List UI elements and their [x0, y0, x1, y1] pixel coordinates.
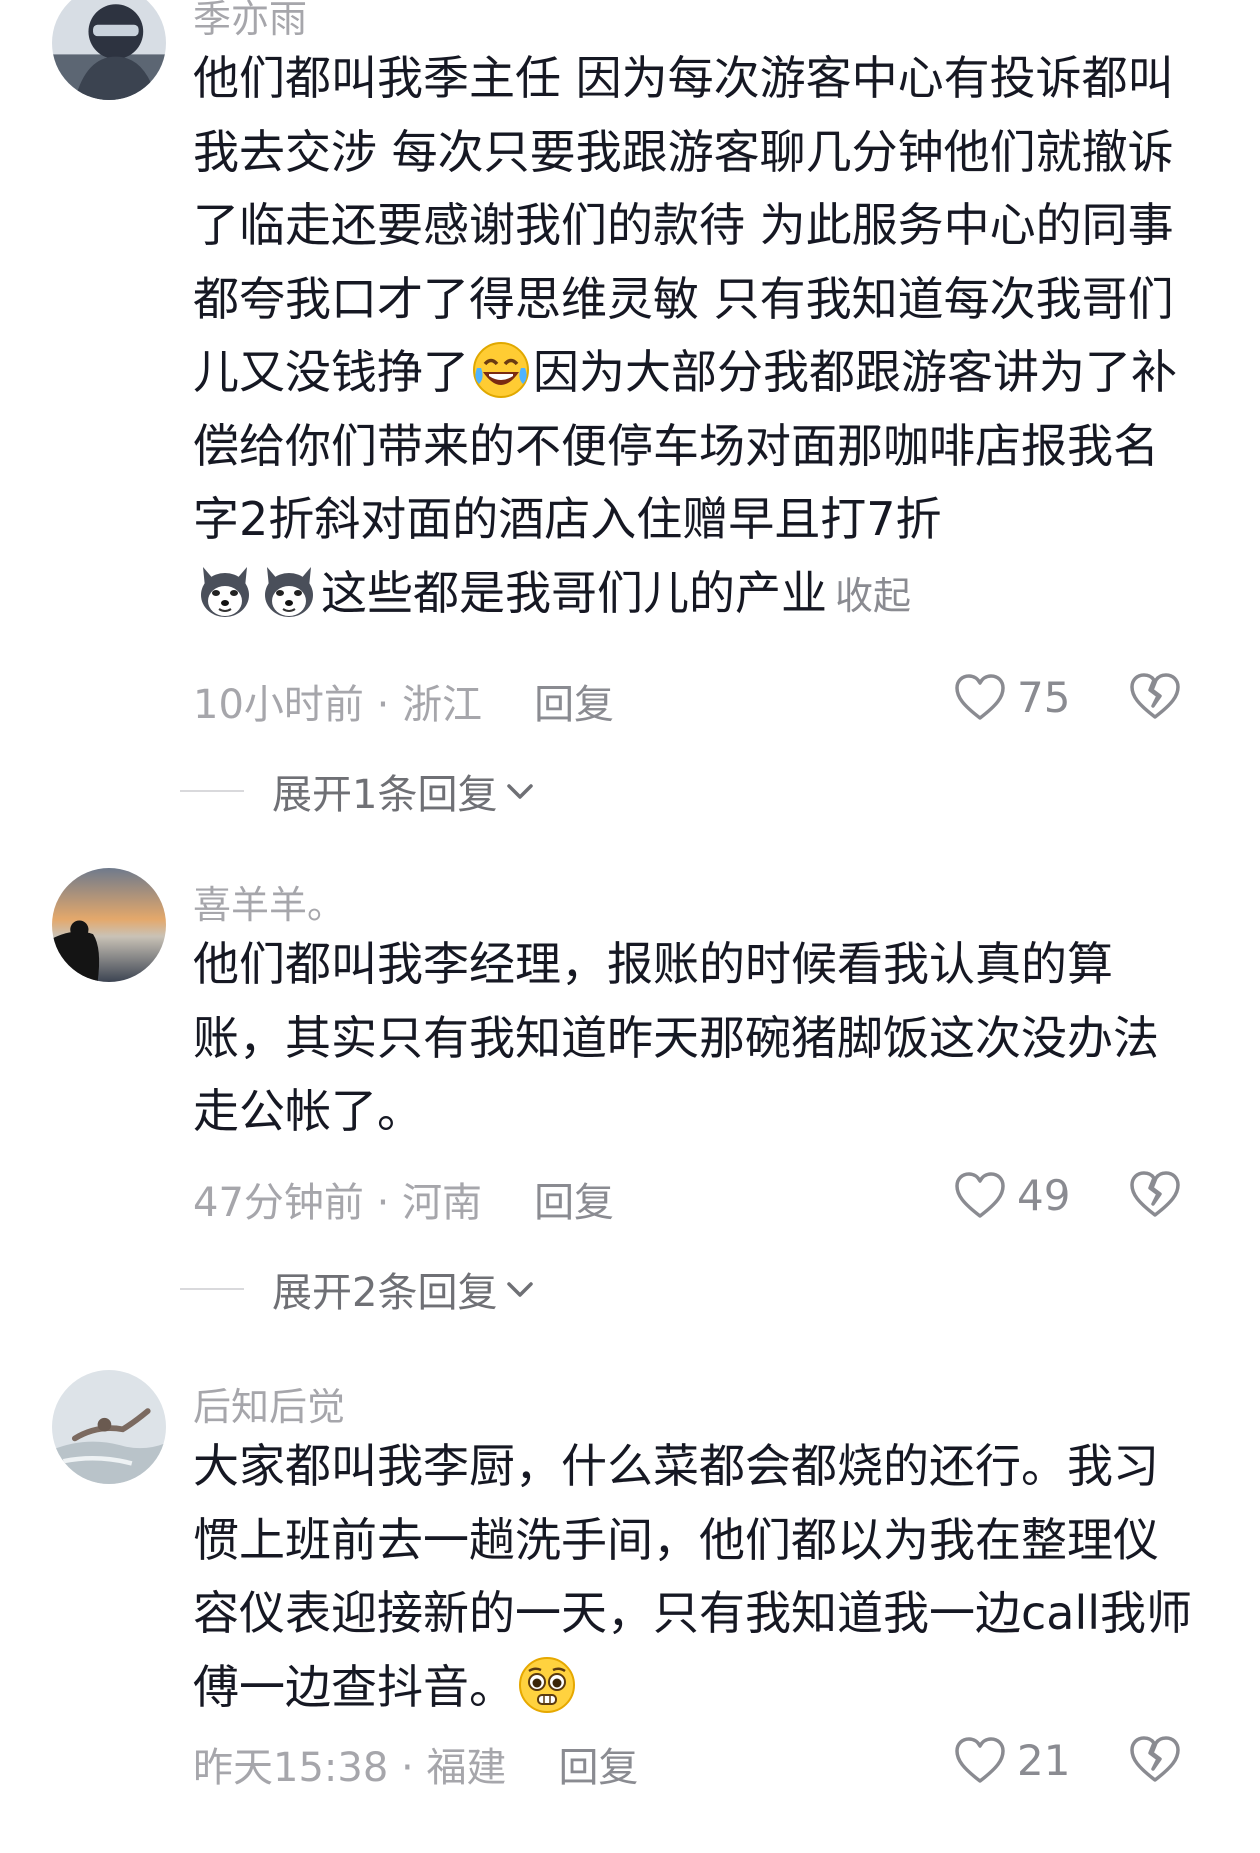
husky-dog-emoji	[195, 561, 255, 621]
comment-location: 福建	[426, 1745, 507, 1791]
comment-time: 10小时前	[193, 682, 364, 728]
avatar[interactable]	[52, 868, 166, 982]
dislike-button[interactable]	[1128, 670, 1182, 722]
broken-heart-icon	[1130, 673, 1180, 719]
divider-line	[180, 1288, 244, 1290]
chevron-down-icon	[503, 1272, 537, 1306]
expand-replies-button[interactable]: 展开2条回复	[180, 1260, 537, 1318]
reply-button[interactable]: 回复	[534, 682, 614, 728]
like-button[interactable]: 49	[953, 1170, 1070, 1220]
meta-separator: ·	[363, 1180, 403, 1226]
username[interactable]: 季亦雨	[193, 0, 307, 43]
username[interactable]: 后知后觉	[193, 1376, 345, 1431]
husky-dog-emoji	[259, 561, 319, 621]
expand-replies-button[interactable]: 展开1条回复	[180, 762, 537, 820]
comment-text-part: 这些都是我哥们儿的产业	[321, 565, 827, 620]
comment-time: 47分钟前	[193, 1180, 364, 1226]
collapse-button[interactable]: 收起	[835, 574, 911, 618]
like-button[interactable]: 21	[953, 1735, 1070, 1785]
comment-text: 他们都叫我季主任 因为每次游客中心有投诉都叫我去交涉 每次只要我跟游客聊几分钟他…	[193, 42, 1203, 633]
comment-text: 大家都叫我李厨，什么菜都会都烧的还行。我习惯上班前去一趟洗手间，他们都以为我在整…	[193, 1430, 1203, 1724]
comment-text-part: 大家都叫我李厨，什么菜都会都烧的还行。我习惯上班前去一趟洗手间，他们都以为我在整…	[193, 1439, 1193, 1714]
like-count: 21	[1017, 1735, 1071, 1785]
comment-time: 昨天15:38	[193, 1745, 389, 1791]
comment-meta: 47分钟前 · 河南 回复	[193, 1170, 614, 1228]
dislike-button[interactable]	[1128, 1168, 1182, 1220]
heart-icon	[955, 674, 1005, 720]
broken-heart-icon	[1130, 1171, 1180, 1217]
like-count: 49	[1017, 1170, 1071, 1220]
expand-replies-label: 展开2条回复	[272, 1270, 498, 1316]
chevron-down-icon	[503, 774, 537, 808]
broken-heart-icon	[1130, 1736, 1180, 1782]
comment-text: 他们都叫我李经理，报账的时候看我认真的算账，其实只有我知道昨天那碗猪脚饭这次没办…	[193, 937, 1159, 1138]
divider-line	[180, 790, 244, 792]
heart-icon	[955, 1737, 1005, 1783]
dislike-button[interactable]	[1128, 1733, 1182, 1785]
laughing-crying-emoji	[471, 340, 531, 400]
meta-separator: ·	[363, 682, 403, 728]
comment-location: 河南	[402, 1180, 483, 1226]
like-count: 75	[1017, 672, 1071, 722]
comment-location: 浙江	[402, 682, 483, 728]
username[interactable]: 喜羊羊。	[193, 874, 345, 929]
avatar[interactable]	[52, 0, 166, 100]
meta-separator: ·	[388, 1745, 427, 1791]
pleading-face-emoji	[517, 1655, 577, 1715]
expand-replies-label: 展开1条回复	[272, 772, 498, 818]
comment-meta: 昨天15:38 · 福建 回复	[193, 1735, 638, 1793]
avatar[interactable]	[52, 1370, 166, 1484]
reply-button[interactable]: 回复	[534, 1180, 614, 1226]
comment-meta: 10小时前 · 浙江 回复	[193, 672, 614, 730]
heart-icon	[955, 1172, 1005, 1218]
like-button[interactable]: 75	[953, 672, 1070, 722]
reply-button[interactable]: 回复	[558, 1745, 638, 1791]
